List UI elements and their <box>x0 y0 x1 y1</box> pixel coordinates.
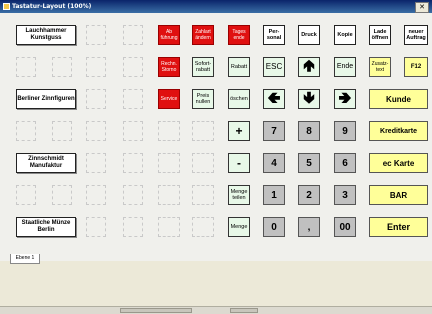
taskbar-item[interactable] <box>230 308 258 313</box>
key-ec-karte[interactable]: ec Karte <box>369 153 428 173</box>
empty-slot <box>86 217 106 237</box>
key-4[interactable]: 4 <box>263 153 285 173</box>
empty-slot <box>192 217 214 237</box>
key-comma[interactable]: , <box>298 217 320 237</box>
key-ende[interactable]: Ende <box>334 57 356 77</box>
key-arrow-left[interactable]: 🢀 <box>263 89 285 109</box>
key-0[interactable]: 0 <box>263 217 285 237</box>
key-00[interactable]: 00 <box>334 217 356 237</box>
key-rechnung-storno[interactable]: Rechn. Storno <box>158 57 180 77</box>
empty-slot <box>16 121 36 141</box>
key-arrow-right[interactable]: 🢂 <box>334 89 356 109</box>
empty-slot <box>16 57 36 77</box>
arrow-down-icon: 🢃 <box>303 90 315 107</box>
empty-slot <box>192 121 214 141</box>
key-kopie[interactable]: Kopie <box>334 25 356 45</box>
key-personal[interactable]: Per- sonal <box>263 25 285 45</box>
key-menge-teilen[interactable]: Menge teilen <box>228 185 250 205</box>
key-3[interactable]: 3 <box>334 185 356 205</box>
empty-slot <box>86 89 106 109</box>
key-esc[interactable]: ESC <box>263 57 285 77</box>
key-5[interactable]: 5 <box>298 153 320 173</box>
window-title: Tastatur-Layout (100%) <box>12 3 92 10</box>
key-2[interactable]: 2 <box>298 185 320 205</box>
empty-slot <box>158 153 180 173</box>
arrow-left-icon: 🢀 <box>267 90 281 107</box>
app-icon <box>3 3 10 10</box>
key-minus[interactable]: - <box>228 153 250 173</box>
empty-slot <box>86 57 106 77</box>
empty-slot <box>158 185 180 205</box>
key-kreditkarte[interactable]: Kreditkarte <box>369 121 428 141</box>
key-sofortrabatt[interactable]: Sofort- rabatt <box>192 57 214 77</box>
arrow-up-icon: 🢁 <box>303 58 315 75</box>
empty-slot <box>123 185 143 205</box>
empty-slot <box>192 185 214 205</box>
key-berliner-zinnfiguren[interactable]: Berliner Zinnfiguren <box>16 89 76 109</box>
arrow-right-icon: 🢂 <box>338 90 352 107</box>
key-tagesende[interactable]: Tages ende <box>228 25 250 45</box>
key-staatliche-muenze-berlin[interactable]: Staatliche Münze Berlin <box>16 217 76 237</box>
empty-slot <box>86 25 106 45</box>
empty-slot <box>123 25 143 45</box>
key-enter[interactable]: Enter <box>369 217 428 237</box>
key-abfuehrung[interactable]: Ab führung <box>158 25 180 45</box>
empty-slot <box>123 217 143 237</box>
title-bar: Tastatur-Layout (100%) ✕ <box>0 0 432 13</box>
key-plus[interactable]: + <box>228 121 250 141</box>
taskbar-item[interactable] <box>120 308 192 313</box>
key-arrow-down[interactable]: 🢃 <box>298 89 320 109</box>
empty-slot <box>123 89 143 109</box>
empty-slot <box>52 121 72 141</box>
key-f12[interactable]: F12 <box>404 57 428 77</box>
key-bar[interactable]: BAR <box>369 185 428 205</box>
key-arrow-up[interactable]: 🢁 <box>298 57 320 77</box>
keyboard-layout-panel: Lauchhammer Kunstguss Ab führung Zahlart… <box>0 13 432 261</box>
key-zahlart-aendern[interactable]: Zahlart ändern <box>192 25 214 45</box>
key-lauchhammer[interactable]: Lauchhammer Kunstguss <box>16 25 76 45</box>
key-service[interactable]: Service <box>158 89 180 109</box>
key-zusatztext[interactable]: Zusatz- text <box>369 57 391 77</box>
key-6[interactable]: 6 <box>334 153 356 173</box>
close-button[interactable]: ✕ <box>415 2 429 13</box>
empty-slot <box>158 217 180 237</box>
empty-slot <box>52 185 72 205</box>
empty-slot <box>123 57 143 77</box>
key-9[interactable]: 9 <box>334 121 356 141</box>
key-loeschen[interactable]: öschen <box>228 89 250 109</box>
key-8[interactable]: 8 <box>298 121 320 141</box>
key-rabatt[interactable]: Rabatt <box>228 57 250 77</box>
empty-slot <box>192 153 214 173</box>
empty-slot <box>123 153 143 173</box>
empty-slot <box>158 121 180 141</box>
key-zinnschmidt-manufaktur[interactable]: Zinnschmidt Manufaktur <box>16 153 76 173</box>
key-preis-nullen[interactable]: Preis nullen <box>192 89 214 109</box>
tab-ebene-1[interactable]: Ebene 1 <box>10 254 40 264</box>
key-menge[interactable]: Menge <box>228 217 250 237</box>
key-kunde[interactable]: Kunde <box>369 89 428 109</box>
key-7[interactable]: 7 <box>263 121 285 141</box>
empty-slot <box>86 185 106 205</box>
key-lade-oeffnen[interactable]: Lade öffnen <box>369 25 391 45</box>
key-druck[interactable]: Druck <box>298 25 320 45</box>
key-1[interactable]: 1 <box>263 185 285 205</box>
empty-slot <box>123 121 143 141</box>
empty-slot <box>52 57 72 77</box>
empty-slot <box>16 185 36 205</box>
key-neuer-auftrag[interactable]: neuer Auftrag <box>404 25 428 45</box>
empty-slot <box>86 121 106 141</box>
empty-slot <box>86 153 106 173</box>
